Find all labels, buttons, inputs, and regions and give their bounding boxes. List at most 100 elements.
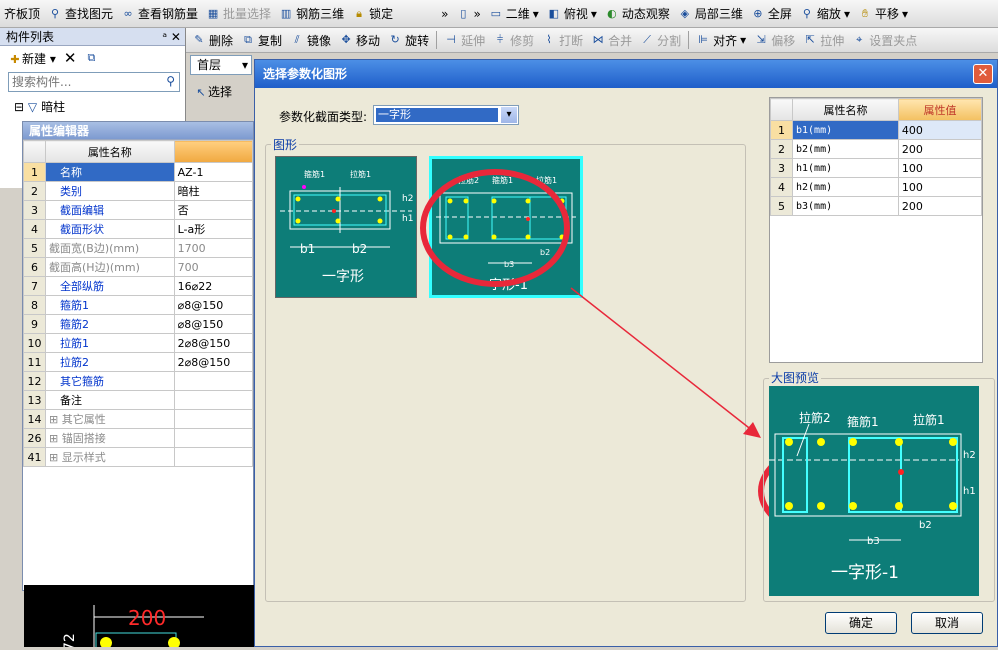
property-row[interactable]: 13 备注 [23, 390, 254, 410]
property-row[interactable]: 1 名称 AZ-1 [23, 162, 254, 182]
type-select[interactable]: 一字形 ▾ [373, 105, 519, 125]
property-value[interactable]: 700 [173, 257, 254, 277]
property-row[interactable]: 14 ⊞ 其它属性 [23, 409, 254, 429]
chevron-down-icon[interactable]: ▾ [501, 107, 517, 123]
expand-icon[interactable]: ⊞ [49, 413, 62, 426]
property-row[interactable]: 8 箍筋1 ⌀8@150 [23, 295, 254, 315]
shape-thumb-2[interactable]: 拉筋2 箍筋1 拉筋1 b3 b2 一字形-1 [429, 156, 583, 298]
tb-copy[interactable]: ⧉ 复制 [237, 29, 286, 51]
tb-merge[interactable]: ⋈ 合并 [587, 29, 636, 51]
property-value[interactable] [173, 428, 254, 448]
property-row[interactable]: 2 类别 暗柱 [23, 181, 254, 201]
tb-split[interactable]: ⟋ 分割 [636, 29, 685, 51]
select-tool[interactable]: ↖ 选择 [190, 82, 252, 102]
tb-zoom[interactable]: ⚲ 缩放 ▾ [796, 3, 854, 25]
tb-stretch[interactable]: ⇱ 拉伸 [799, 29, 848, 51]
tb-delete[interactable]: ✎ 删除 [188, 29, 237, 51]
tb-align[interactable]: ⊫ 对齐 ▾ [692, 29, 750, 51]
property-value[interactable]: 2⌀8@150 [173, 352, 254, 372]
col-header: 属性名称 [45, 140, 175, 163]
tb-more-chevron[interactable]: » [437, 3, 452, 25]
component-list-title: 构件列表 ᵃ ✕ [0, 28, 185, 46]
property-row[interactable]: 4 截面形状 L-a形 [23, 219, 254, 239]
property-value[interactable]: 2⌀8@150 [173, 333, 254, 353]
property-row[interactable]: 10 拉筋1 2⌀8@150 [23, 333, 254, 353]
drawing-canvas[interactable]: 200 72 [24, 585, 256, 650]
property-name: 拉筋2 [45, 352, 175, 372]
tb-orbit[interactable]: ◐ 动态观察 [601, 3, 674, 25]
tb-trim[interactable]: ⫩ 修剪 [489, 29, 538, 51]
tb-grip[interactable]: ⌖ 设置夹点 [848, 29, 921, 51]
property-value[interactable]: ⌀8@150 [173, 295, 254, 315]
tb-fullscreen[interactable]: ⊕ 全屏 [747, 3, 796, 25]
delete-icon[interactable]: ✕ [64, 49, 77, 67]
tb-local-3d[interactable]: ◈ 局部三维 [674, 3, 747, 25]
property-value[interactable] [173, 390, 254, 410]
property-row[interactable]: 26 ⊞ 锚固搭接 [23, 428, 254, 448]
tb-mirror[interactable]: ⫽ 镜像 [286, 29, 335, 51]
property-row[interactable]: 11 拉筋2 2⌀8@150 [23, 352, 254, 372]
property-row[interactable]: 7 全部纵筋 16⌀22 [23, 276, 254, 296]
pin-close-icons[interactable]: ᵃ ✕ [162, 28, 181, 46]
tb-break[interactable]: ⌇ 打断 [538, 29, 587, 51]
property-row[interactable]: 6 截面高(H边)(mm) 700 [23, 257, 254, 277]
expand-icon[interactable]: ⊞ [49, 451, 62, 464]
shape-thumb-1[interactable]: 箍筋1 拉筋1 b1 b2 h2 h1 一字形 [275, 156, 417, 298]
row-number: 14 [23, 409, 46, 429]
search-icon[interactable]: ⚲ [166, 74, 175, 88]
property-value[interactable]: 16⌀22 [173, 276, 254, 296]
tb-rebar-3d[interactable]: ▥ 钢筋三维 [275, 3, 348, 25]
shape-prop-row[interactable]: 1 b1(mm) 400 [770, 120, 983, 140]
shape-prop-row[interactable]: 4 h2(mm) 100 [770, 177, 983, 197]
property-value[interactable] [173, 447, 254, 467]
search-input[interactable] [9, 73, 157, 91]
tb-rotate[interactable]: ↻ 旋转 [384, 29, 433, 51]
shape-prop-row[interactable]: 3 h1(mm) 100 [770, 158, 983, 178]
copy-icon[interactable]: ⧉ [84, 51, 98, 65]
ok-button[interactable]: 确定 [825, 612, 897, 634]
floor-select[interactable]: 首层 ▾ [190, 55, 252, 75]
tree-root[interactable]: ⊟ ▽ 暗柱 [14, 98, 65, 115]
property-value[interactable]: 1700 [173, 238, 254, 258]
tb-rebar-qty[interactable]: ∞ 查看钢筋量 [117, 3, 202, 25]
property-value[interactable]: L-a形 [173, 219, 254, 239]
property-value[interactable] [173, 409, 254, 429]
property-value[interactable]: AZ-1 [173, 162, 254, 182]
property-value[interactable] [173, 371, 254, 391]
expand-icon[interactable]: ⊞ [49, 432, 62, 445]
tb-batch-select[interactable]: ▦ 批量选择 [202, 3, 275, 25]
tb-pan[interactable]: ✋︎ 平移 ▾ [854, 3, 912, 25]
shape-prop-value[interactable]: 200 [897, 139, 983, 159]
2d-icon: ▭ [490, 6, 501, 20]
shape-prop-value[interactable]: 100 [897, 158, 983, 178]
tb-find[interactable]: ⚲ 查找图元 [44, 3, 117, 25]
property-value[interactable]: 暗柱 [173, 181, 254, 201]
close-icon[interactable]: ✕ [973, 64, 993, 84]
shape-prop-value[interactable]: 200 [897, 196, 983, 216]
cube-icon: ◧ [548, 6, 560, 20]
shape-prop-value[interactable]: 400 [897, 120, 983, 140]
property-row[interactable]: 3 截面编辑否 [23, 200, 254, 220]
extend-icon: ⊣ [446, 33, 456, 46]
property-value[interactable]: 否 [173, 200, 254, 220]
new-button[interactable]: ✚ 新建 ▾ [8, 50, 55, 67]
property-value[interactable]: ⌀8@150 [173, 314, 254, 334]
tb-move[interactable]: ✥ 移动 [335, 29, 384, 51]
shape-prop-row[interactable]: 5 b3(mm) 200 [770, 196, 983, 216]
cancel-button[interactable]: 取消 [911, 612, 983, 634]
break-icon: ⌇ [546, 33, 552, 46]
tb-new-doc[interactable]: ▯» [452, 3, 484, 25]
property-row[interactable]: 41 ⊞ 显示样式 [23, 447, 254, 467]
shape-prop-row[interactable]: 2 b2(mm) 200 [770, 139, 983, 159]
tb-2d[interactable]: ▭ 二维 ▾ [485, 3, 543, 25]
canvas-dimension: 200 [128, 606, 166, 630]
tb-extend[interactable]: ⊣ 延伸 [440, 29, 489, 51]
property-row[interactable]: 9 箍筋2 ⌀8@150 [23, 314, 254, 334]
tb-lock[interactable]: 🔒︎ 锁定 [348, 3, 397, 25]
property-row[interactable]: 12 其它箍筋 [23, 371, 254, 391]
shape-prop-value[interactable]: 100 [897, 177, 983, 197]
tb-offset[interactable]: ⇲ 偏移 [750, 29, 799, 51]
tb-align-top[interactable]: 齐板顶 [0, 3, 44, 25]
tb-top-view[interactable]: ◧ 俯视 ▾ [543, 3, 601, 25]
property-row[interactable]: 5 截面宽(B边)(mm) 1700 [23, 238, 254, 258]
